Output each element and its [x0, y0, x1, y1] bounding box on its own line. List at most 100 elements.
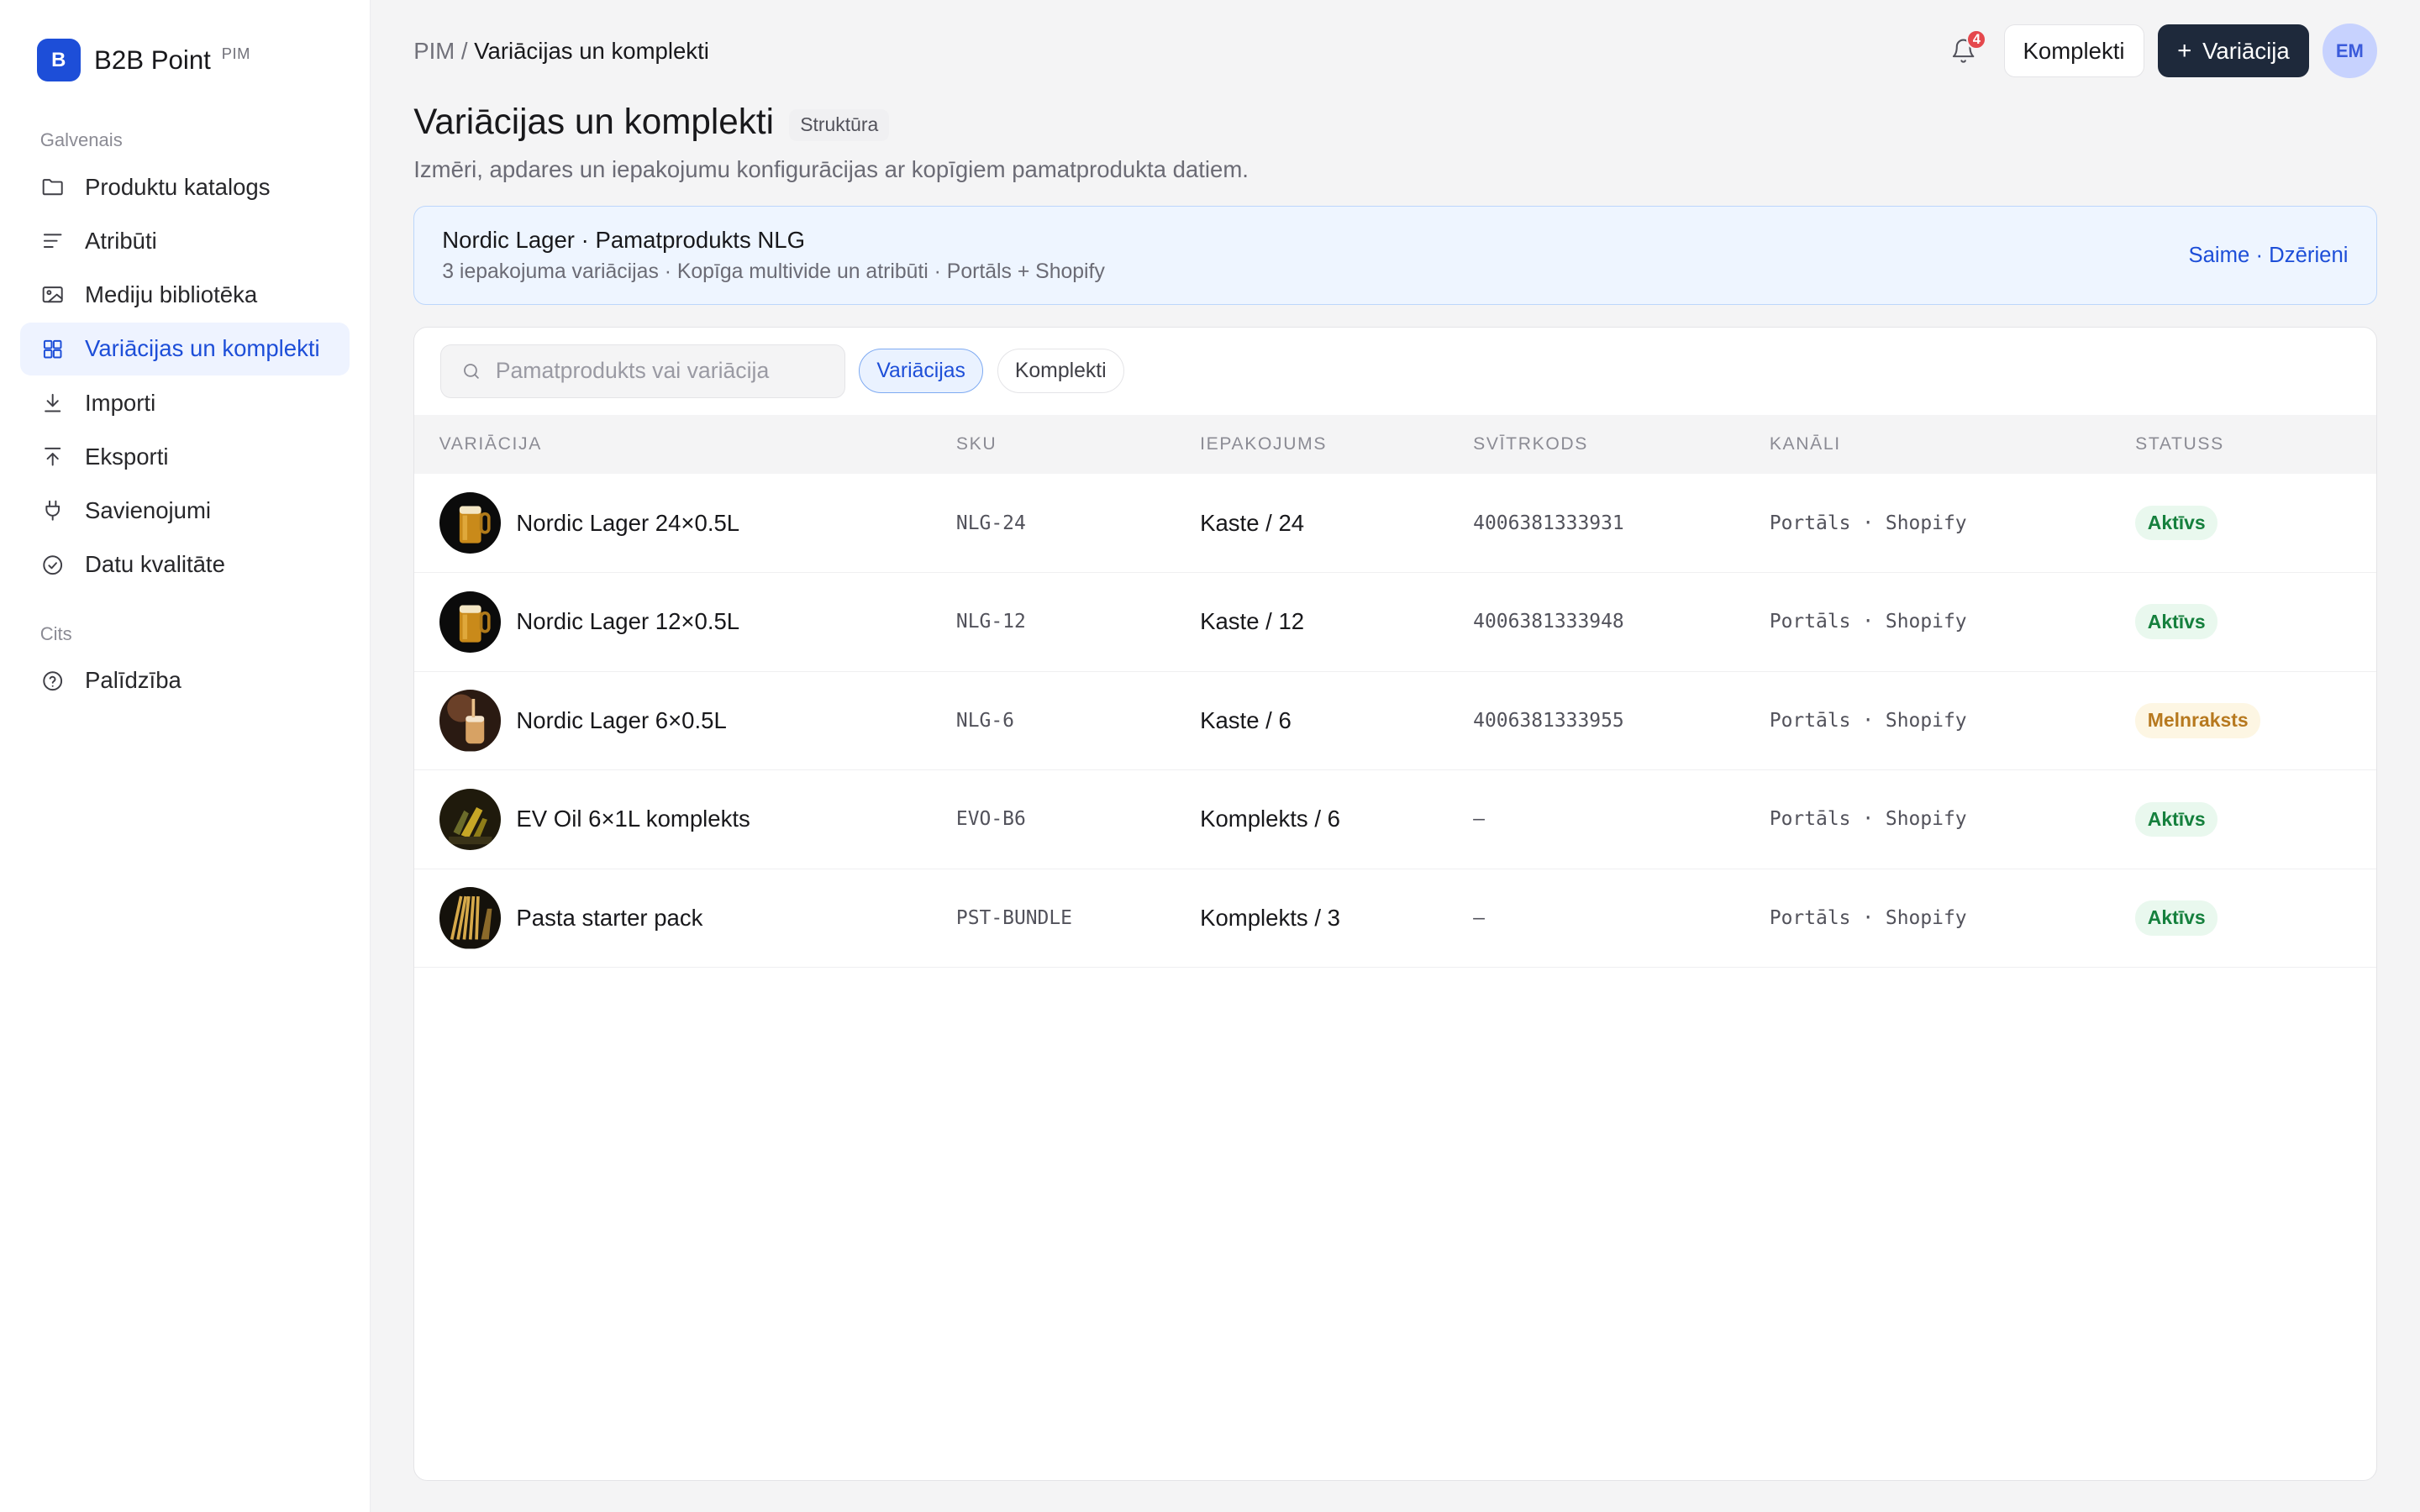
add-variation-label: Variācija [2202, 37, 2290, 64]
status-badge: Aktīvs [2135, 505, 2218, 541]
sidebar-item-datu-kvalitate[interactable]: Datu kvalitāte [20, 538, 350, 591]
brand-tag: PIM [221, 45, 250, 63]
column-header-sku[interactable]: SKU [956, 415, 1200, 474]
product-thumbnail [439, 591, 502, 654]
cell-variation: EV Oil 6×1L komplekts [414, 769, 956, 869]
column-header-status[interactable]: Statuss [2135, 415, 2375, 474]
banner-text: Nordic Lager · Pamatprodukts NLG 3 iepak… [442, 227, 1105, 283]
image-icon [40, 282, 65, 307]
sidebar-item-label: Produktu katalogs [85, 173, 271, 200]
folder-icon [40, 175, 65, 199]
sidebar-item-label: Atribūti [85, 227, 157, 254]
table-row[interactable]: Nordic Lager 12×0.5L NLG-12 Kaste / 12 4006… [414, 572, 2376, 672]
table-row[interactable]: EV Oil 6×1L komplekts EVO-B6 Komplekts / 6… [414, 769, 2376, 869]
base-product-banner: Nordic Lager · Pamatprodukts NLG 3 iepak… [413, 206, 2377, 305]
nav-section-main: Galvenais [39, 129, 123, 151]
sidebar-item-label: Palīdzība [85, 667, 182, 694]
cell-barcode: – [1473, 869, 1770, 969]
notifications-button[interactable]: 4 [1944, 29, 1987, 71]
product-thumbnail [439, 491, 502, 554]
cell-packaging: Kaste / 12 [1200, 572, 1474, 672]
cell-barcode: 4006381333948 [1473, 572, 1770, 672]
page-subtitle: Izmēri, apdares un iepakojumu konfigurāc… [413, 155, 1249, 182]
cell-variation: Nordic Lager 12×0.5L [414, 572, 956, 672]
cell-status: Aktīvs [2135, 769, 2376, 869]
product-thumbnail [439, 788, 502, 851]
plug-icon [40, 498, 65, 522]
cell-status: Aktīvs [2135, 869, 2376, 969]
column-header-variation[interactable]: Variācija [414, 415, 956, 474]
cell-packaging: Komplekts / 6 [1200, 769, 1474, 869]
list-icon [40, 228, 65, 253]
cell-channels: Portāls · Shopify [1769, 671, 2136, 771]
sidebar-item-savienojumi[interactable]: Savienojumi [20, 485, 350, 537]
search-box[interactable] [440, 344, 845, 398]
cell-variation: Pasta starter pack [414, 869, 956, 969]
variation-name[interactable]: Pasta starter pack [516, 905, 702, 932]
banner-subtitle: 3 iepakojuma variācijas · Kopīga multivi… [442, 260, 1105, 283]
cell-channels: Portāls · Shopify [1769, 572, 2136, 672]
sidebar-item-label: Datu kvalitāte [85, 551, 225, 578]
sidebar-item-label: Mediju bibliotēka [85, 281, 258, 308]
user-avatar[interactable]: EM [2323, 24, 2377, 78]
grid-icon [40, 337, 65, 361]
table-row[interactable]: Nordic Lager 6×0.5L NLG-6 Kaste / 6 4006381… [414, 671, 2376, 771]
sidebar-item-variacijas-un-komplekti[interactable]: Variācijas un komplekti [19, 323, 350, 375]
cell-status: Aktīvs [2135, 473, 2376, 574]
variation-name[interactable]: Nordic Lager 6×0.5L [516, 707, 726, 734]
cell-barcode: 4006381333931 [1473, 473, 1770, 574]
breadcrumb: PIM / Variācijas un komplekti [413, 38, 709, 65]
status-badge: Aktīvs [2135, 900, 2218, 936]
search-input[interactable] [495, 358, 805, 385]
variation-name[interactable]: Nordic Lager 24×0.5L [516, 510, 739, 537]
cell-variation: Nordic Lager 6×0.5L [414, 671, 956, 771]
filter-chip-bundles[interactable]: Komplekti [997, 349, 1124, 394]
cell-sku: EVO-B6 [955, 769, 1201, 869]
notification-count-badge: 4 [1966, 29, 1987, 50]
family-link[interactable]: Saime · Dzērieni [2188, 244, 2348, 268]
cell-sku: NLG-12 [955, 572, 1201, 672]
breadcrumb-root[interactable]: PIM [413, 38, 455, 64]
sidebar-item-eksporti[interactable]: Eksporti [20, 431, 350, 483]
sidebar-item-label: Variācijas un komplekti [85, 335, 320, 362]
cell-sku: NLG-24 [955, 473, 1201, 574]
table-header: Variācija SKU Iepakojums Svītrkods Kanāl… [414, 415, 2376, 474]
title-row: Variācijas un komplekti Struktūra [413, 102, 2376, 142]
variations-table: Variācija SKU Iepakojums Svītrkods Kanāl… [414, 415, 2376, 969]
sidebar-item-label: Savienojumi [85, 497, 212, 524]
bundles-button[interactable]: Komplekti [2003, 24, 2144, 77]
breadcrumb-current: Variācijas un komplekti [474, 37, 709, 64]
column-header-channels[interactable]: Kanāli [1770, 415, 2135, 474]
sidebar-item-atributi[interactable]: Atribūti [20, 215, 350, 267]
sidebar-item-produktu-katalogs[interactable]: Produktu katalogs [20, 160, 350, 213]
variation-name[interactable]: EV Oil 6×1L komplekts [516, 806, 750, 832]
table-row[interactable]: Nordic Lager 24×0.5L NLG-24 Kaste / 24 4006… [414, 473, 2376, 574]
brand-logo: B [37, 38, 81, 82]
column-header-packaging[interactable]: Iepakojums [1200, 415, 1473, 474]
page-title: Variācijas un komplekti [413, 102, 774, 142]
nav-section-other: Cits [39, 623, 72, 645]
cell-barcode: 4006381333955 [1473, 671, 1770, 771]
check-circle-icon [40, 553, 65, 577]
sidebar-item-label: Eksporti [85, 443, 169, 470]
cell-channels: Portāls · Shopify [1769, 473, 2136, 574]
add-variation-button[interactable]: + Variācija [2158, 24, 2309, 77]
sidebar-item-label: Importi [85, 389, 156, 416]
filter-chip-variations[interactable]: Variācijas [859, 349, 984, 394]
sidebar: B B2B Point PIM Galvenais Produktu katal… [0, 0, 371, 1512]
sidebar-item-importi[interactable]: Importi [20, 376, 350, 428]
topbar: PIM / Variācijas un komplekti 4 Komplekt… [413, 24, 2377, 79]
cell-sku: NLG-6 [955, 671, 1201, 771]
table-row[interactable]: Pasta starter pack PST-BUNDLE Komplekts / … [414, 869, 2376, 969]
sidebar-item-palidziba[interactable]: Palīdzība [20, 654, 350, 706]
variation-name[interactable]: Nordic Lager 12×0.5L [516, 608, 739, 635]
sidebar-item-mediju-biblioteka[interactable]: Mediju bibliotēka [20, 269, 350, 321]
brand-name: B2B Point [94, 45, 211, 75]
status-badge: Aktīvs [2135, 801, 2218, 837]
download-icon [40, 391, 65, 415]
cell-channels: Portāls · Shopify [1769, 769, 2136, 869]
brand[interactable]: B B2B Point PIM [20, 37, 350, 83]
cell-channels: Portāls · Shopify [1769, 869, 2136, 969]
column-header-barcode[interactable]: Svītrkods [1473, 415, 1770, 474]
page-tag: Struktūra [789, 108, 890, 141]
